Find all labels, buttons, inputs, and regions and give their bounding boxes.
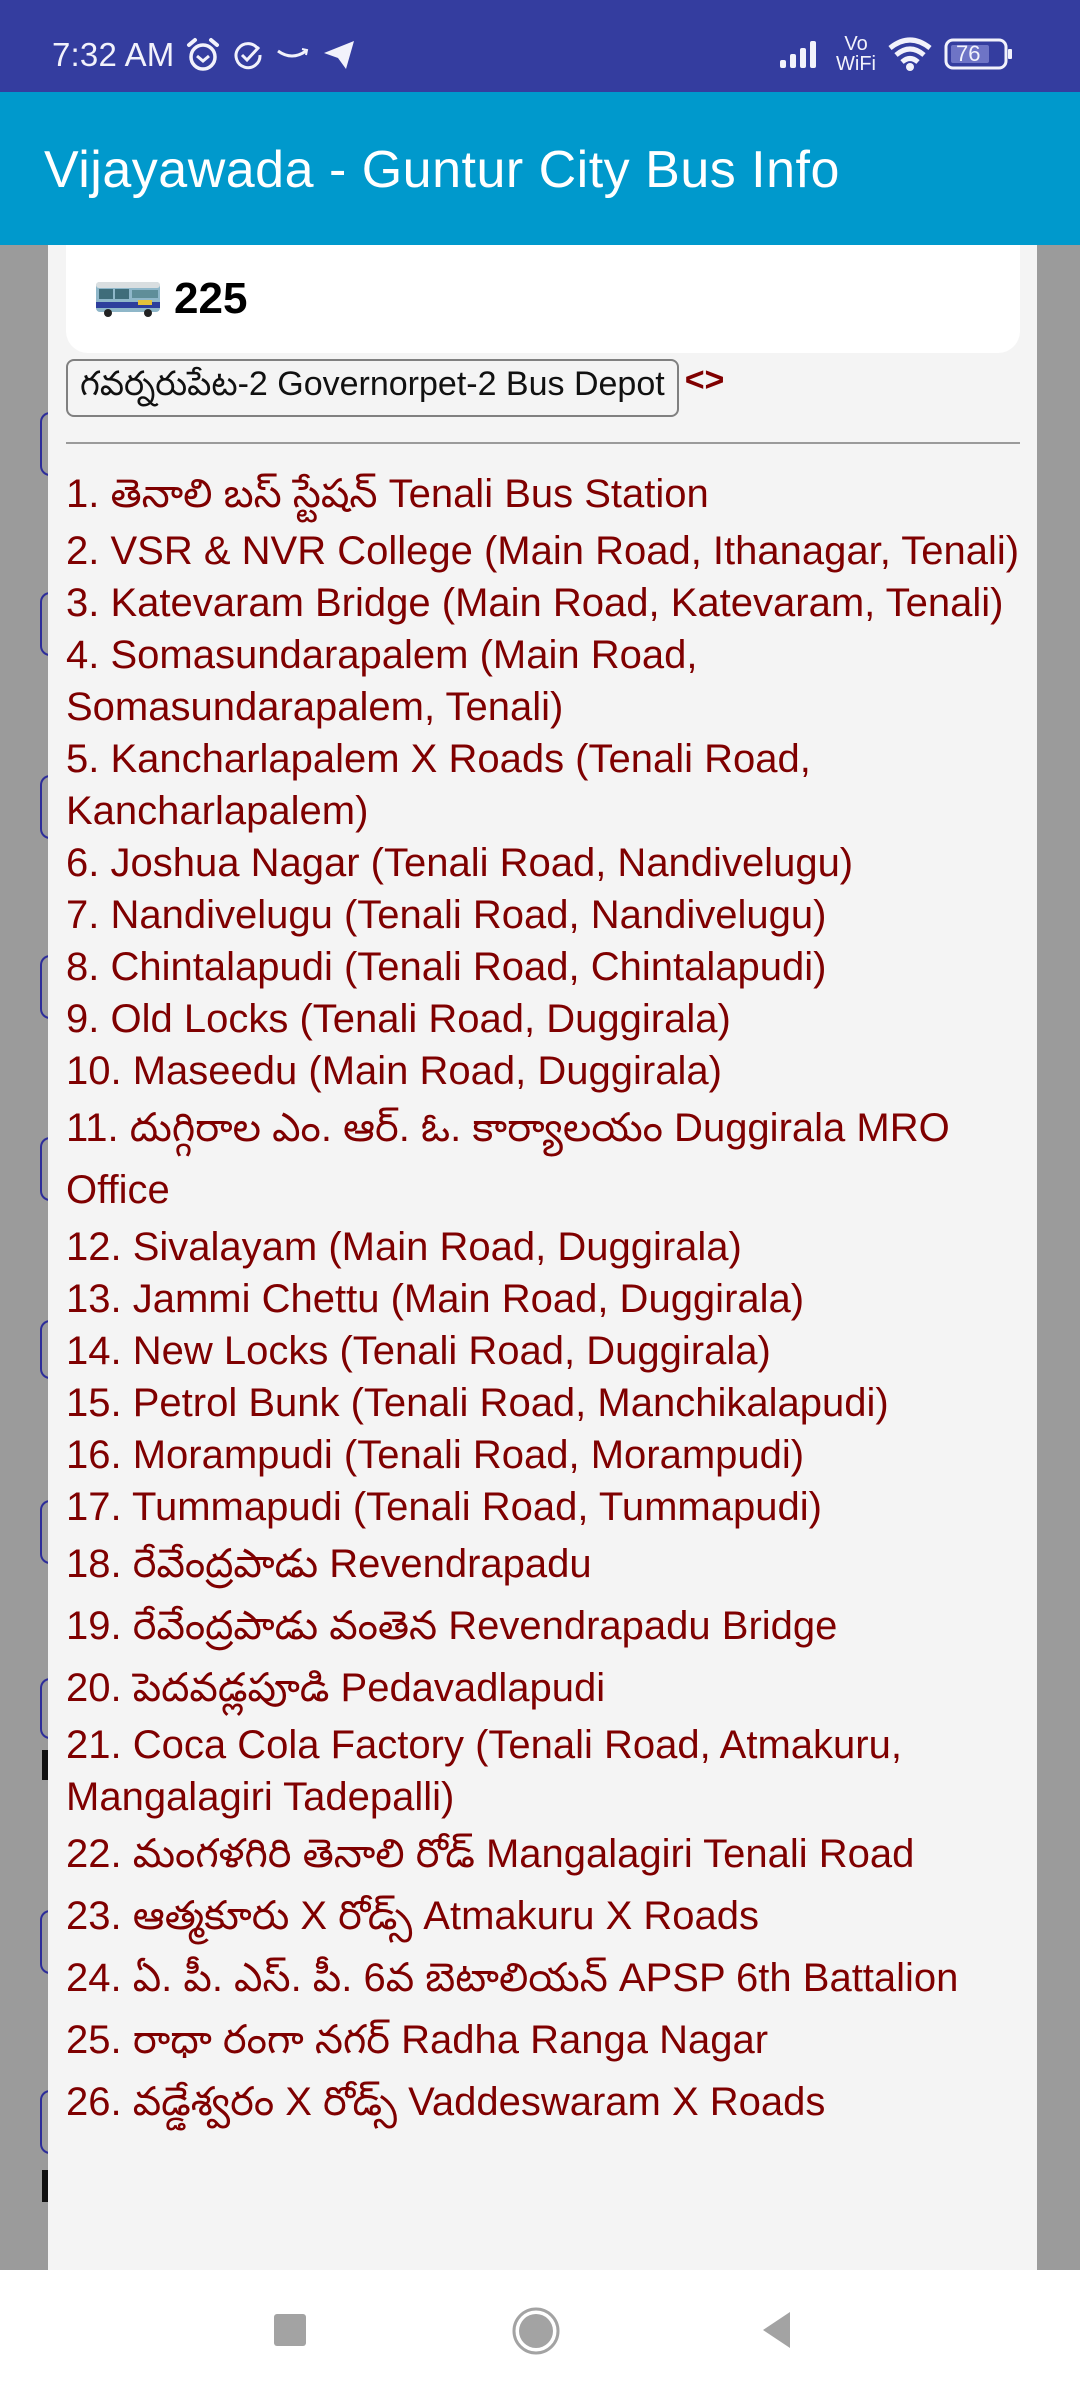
signal-icon: [778, 38, 826, 70]
divider: [66, 442, 1020, 444]
stop-item: 11. దుగ్గిరాల ఎం. ఆర్. ఓ. కార్యాలయం Dugg…: [66, 1106, 950, 1212]
stop-item: 1. తెనాలి బస్ స్టేషన్ Tenali Bus Station: [66, 472, 709, 516]
alarm-icon: [186, 37, 220, 73]
stop-item: 13. Jammi Chettu (Main Road, Duggirala): [66, 1277, 805, 1321]
stop-item: 15. Petrol Bunk (Tenali Road, Manchikala…: [66, 1381, 889, 1425]
wifi-icon: [886, 36, 934, 72]
check-circle-icon: [232, 39, 264, 71]
home-button[interactable]: [511, 2306, 561, 2361]
stop-item: 22. మంగళగిరి తెనాలి రోడ్ Mangalagiri Ten…: [66, 1832, 915, 1876]
stop-item: 3. Katevaram Bridge (Main Road, Katevara…: [66, 581, 1004, 625]
depot-button[interactable]: గవర్నరుపేట-2 Governorpet-2 Bus Depot: [66, 359, 679, 417]
stop-item: 2. VSR & NVR College (Main Road, Ithanag…: [66, 529, 1020, 573]
stop-item: 24. ఏ. పీ. ఎస్. పీ. 6వ బెటాలియన్ APSP 6t…: [66, 1956, 959, 2000]
stop-item: 18. రేవేంద్రపాడు Revendrapadu: [66, 1542, 592, 1586]
status-bar: 7:32 AM Vo WiFi 76: [0, 0, 1080, 92]
amazon-icon: [276, 45, 310, 65]
direction-toggle-link[interactable]: <>: [685, 361, 725, 400]
app-title: Vijayawada - Guntur City Bus Info: [44, 141, 840, 199]
stop-item: 6. Joshua Nagar (Tenali Road, Nandivelug…: [66, 841, 854, 885]
bus-icon: [94, 278, 164, 320]
vowifi-icon: Vo WiFi: [836, 34, 876, 74]
battery-icon: 76: [944, 38, 1014, 70]
status-right: Vo WiFi 76: [778, 34, 1014, 74]
telegram-icon: [322, 39, 356, 71]
route-header-card: 225: [66, 245, 1020, 353]
stop-item: 19. రేవేంద్రపాడు వంతెన Revendrapadu Brid…: [66, 1604, 838, 1648]
status-time: 7:32 AM: [52, 36, 175, 73]
back-button[interactable]: [760, 2310, 794, 2355]
stop-item: 14. New Locks (Tenali Road, Duggirala): [66, 1329, 771, 1373]
stop-item: 7. Nandivelugu (Tenali Road, Nandivelugu…: [66, 893, 827, 937]
stop-item: 21. Coca Cola Factory (Tenali Road, Atma…: [66, 1723, 902, 1819]
depot-row: గవర్నరుపేట-2 Governorpet-2 Bus Depot <>: [66, 359, 724, 417]
vowifi-top: Vo: [844, 33, 868, 55]
vowifi-bottom: WiFi: [836, 53, 876, 75]
stop-item: 23. ఆత్మకూరు X రోడ్స్ Atmakuru X Roads: [66, 1894, 760, 1938]
stop-item: 16. Morampudi (Tenali Road, Morampudi): [66, 1433, 805, 1477]
route-panel: 225 గవర్నరుపేట-2 Governorpet-2 Bus Depot…: [48, 245, 1037, 2270]
battery-level: 76: [956, 41, 981, 66]
status-left: 7:32 AM: [52, 36, 356, 74]
stop-item: 5. Kancharlapalem X Roads (Tenali Road, …: [66, 737, 811, 833]
stop-item: 26. వడ్డేశ్వరం X రోడ్స్ Vaddeswaram X Ro…: [66, 2080, 826, 2124]
stop-item: 8. Chintalapudi (Tenali Road, Chintalapu…: [66, 945, 827, 989]
stops-list: 1. తెనాలి బస్ స్టేషన్ Tenali Bus Station…: [66, 463, 1026, 2133]
stop-item: 4. Somasundarapalem (Main Road, Somasund…: [66, 633, 698, 729]
stop-item: 17. Tummapudi (Tenali Road, Tummapudi): [66, 1485, 822, 1529]
recents-button[interactable]: [272, 2312, 308, 2353]
stop-item: 12. Sivalayam (Main Road, Duggirala): [66, 1225, 742, 1269]
stop-item: 25. రాధా రంగా నగర్ Radha Ranga Nagar: [66, 2018, 769, 2062]
system-nav-bar: [0, 2270, 1080, 2400]
route-number: 225: [174, 274, 248, 323]
stop-item: 10. Maseedu (Main Road, Duggirala): [66, 1049, 722, 1093]
stop-item: 9. Old Locks (Tenali Road, Duggirala): [66, 997, 731, 1041]
stop-item: 20. పెదవడ్లపూడి Pedavadlapudi: [66, 1666, 606, 1710]
app-bar: Vijayawada - Guntur City Bus Info: [0, 92, 1080, 245]
